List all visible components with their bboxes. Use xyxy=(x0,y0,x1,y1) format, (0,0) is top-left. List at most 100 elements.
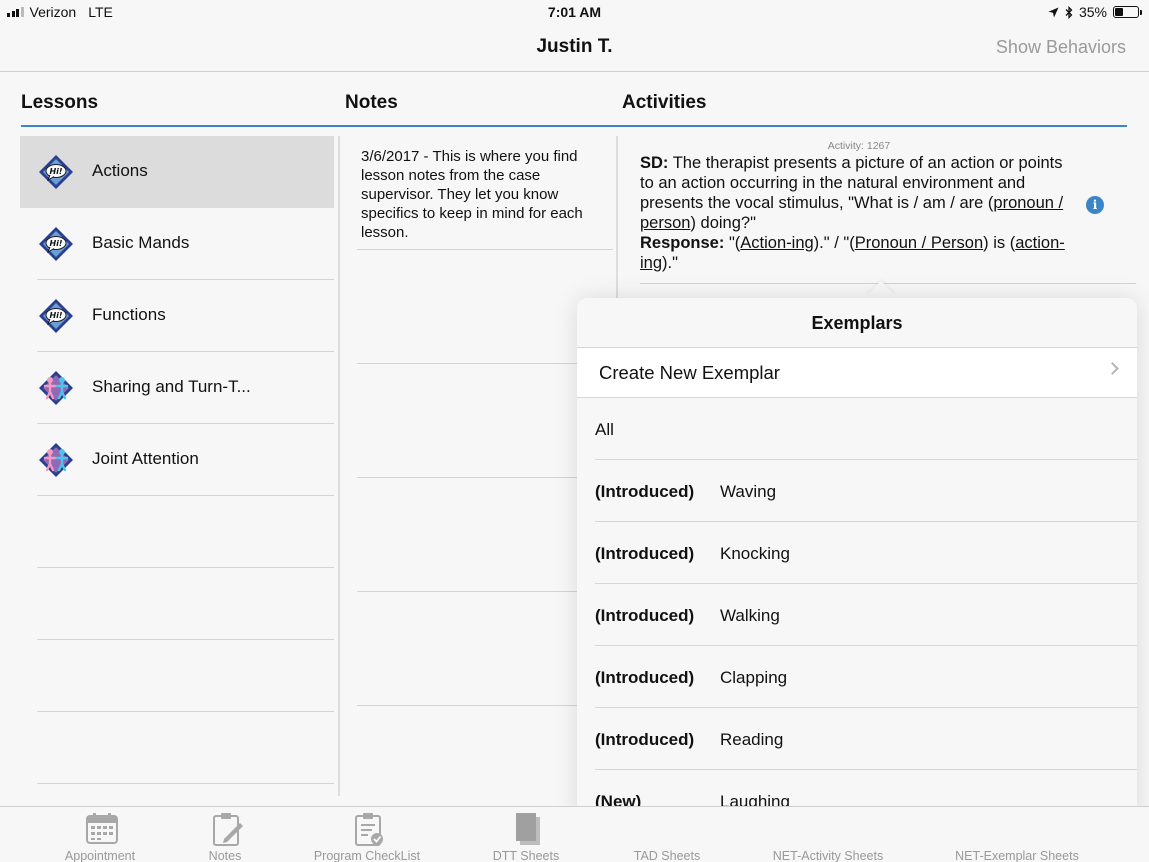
chevron-right-icon xyxy=(1106,362,1119,375)
people-icon xyxy=(38,442,74,478)
svg-text:Hi!: Hi! xyxy=(49,239,62,248)
empty-row xyxy=(20,640,334,712)
svg-text:Hi!: Hi! xyxy=(49,311,62,320)
empty-note-row xyxy=(357,250,613,364)
svg-text:Hi!: Hi! xyxy=(49,167,62,176)
response-text: ) is ( xyxy=(983,234,1016,252)
popover-title: Exemplars xyxy=(577,298,1137,348)
exemplar-item[interactable]: (Introduced) Clapping xyxy=(577,646,1137,708)
lesson-item-joint-attention[interactable]: Joint Attention xyxy=(20,424,334,496)
tab-label: TAD Sheets xyxy=(633,849,701,862)
exemplar-name: Waving xyxy=(720,482,777,501)
sd-text: ) doing?" xyxy=(690,214,756,232)
tab-label: NET-Exemplar Sheets xyxy=(955,849,1079,862)
activity-description: SD: The therapist presents a picture of … xyxy=(640,153,1070,273)
calendar-icon xyxy=(85,811,118,845)
hi-speech-icon: Hi! xyxy=(38,298,74,334)
response-label: Response: xyxy=(640,234,725,252)
lesson-item-sharing-and-turn-taking[interactable]: Sharing and Turn-T... xyxy=(20,352,334,424)
lesson-note: 3/6/2017 - This is where you find lesson… xyxy=(357,136,613,250)
response-text: )." / "( xyxy=(813,234,855,252)
page-title: Justin T. xyxy=(536,36,613,57)
create-new-exemplar-button[interactable]: Create New Exemplar xyxy=(577,348,1137,398)
battery-percent: 35% xyxy=(1078,4,1107,20)
exemplar-filter-all[interactable]: All xyxy=(577,398,1137,460)
all-label: All xyxy=(595,420,614,439)
exemplar-item[interactable]: (Introduced) Waving xyxy=(577,460,1137,522)
header-divider xyxy=(21,125,1127,127)
exemplar-item[interactable]: (Introduced) Reading xyxy=(577,708,1137,770)
lesson-label: Sharing and Turn-T... xyxy=(92,377,251,396)
hi-speech-icon: Hi! xyxy=(38,154,74,190)
exemplar-name: Clapping xyxy=(720,668,788,687)
sd-label: SD: xyxy=(640,154,669,172)
response-text: "( xyxy=(724,234,741,252)
exemplar-status: (Introduced) xyxy=(595,668,695,687)
lesson-label: Joint Attention xyxy=(92,449,199,468)
hi-speech-icon: Hi! xyxy=(38,226,74,262)
notes-list: 3/6/2017 - This is where you find lesson… xyxy=(357,136,613,706)
column-divider xyxy=(338,136,340,796)
response-placeholder: Action-ing xyxy=(740,234,814,252)
activity-id: Activity: 1267 xyxy=(827,140,891,152)
clock: 7:01 AM xyxy=(547,4,602,20)
exemplar-name: Walking xyxy=(720,606,780,625)
tab-label: Notes xyxy=(208,849,242,862)
checklist-icon xyxy=(352,811,383,846)
status-right: 35% xyxy=(1048,4,1142,20)
notes-header: Notes xyxy=(345,92,398,113)
empty-row xyxy=(20,496,334,568)
exemplar-name: Reading xyxy=(720,730,784,749)
battery-icon xyxy=(1113,6,1142,18)
exemplar-name: Knocking xyxy=(720,544,790,563)
empty-note-row xyxy=(357,592,613,706)
tab-label: NET-Activity Sheets xyxy=(772,849,884,862)
empty-note-row xyxy=(357,478,613,592)
location-arrow-icon xyxy=(1048,7,1059,17)
tab-tad-sheets[interactable]: TAD Sheets xyxy=(587,807,747,862)
tab-net-exemplar-sheets[interactable]: NET-Exemplar Sheets xyxy=(927,807,1107,862)
status-bar: Verizon LTE 7:01 AM 35% xyxy=(0,0,1149,24)
lessons-list: Hi! Actions Hi! Basic Mands Hi! Function… xyxy=(20,136,334,784)
lesson-item-functions[interactable]: Hi! Functions xyxy=(20,280,334,352)
response-text: )." xyxy=(662,254,678,272)
lesson-label: Functions xyxy=(92,305,166,324)
response-placeholder: Pronoun / Person xyxy=(854,234,984,252)
people-icon xyxy=(38,370,74,406)
tab-net-activity-sheets[interactable]: NET-Activity Sheets xyxy=(738,807,918,862)
show-behaviors-button[interactable]: Show Behaviors xyxy=(996,37,1126,58)
info-icon[interactable]: i xyxy=(1086,196,1104,214)
lesson-item-actions[interactable]: Hi! Actions xyxy=(20,136,334,208)
lesson-label: Basic Mands xyxy=(92,233,190,252)
lessons-header: Lessons xyxy=(21,92,99,113)
tab-label: Program CheckList xyxy=(313,849,421,862)
empty-note-row xyxy=(357,364,613,478)
activity-card[interactable]: Activity: 1267 SD: The therapist present… xyxy=(640,140,1140,273)
bluetooth-icon xyxy=(1065,5,1073,19)
lesson-item-basic-mands[interactable]: Hi! Basic Mands xyxy=(20,208,334,280)
battery-fill xyxy=(1115,8,1123,16)
activity-divider xyxy=(640,283,1136,284)
sheets-icon xyxy=(652,811,682,845)
exemplar-status: (Introduced) xyxy=(595,482,695,501)
exemplars-popover: Exemplars Create New Exemplar All (Intro… xyxy=(577,298,1137,850)
tab-notes[interactable]: Notes xyxy=(145,807,305,862)
empty-row xyxy=(20,568,334,640)
activities-header: Activities xyxy=(622,92,707,113)
exemplar-item[interactable]: (Introduced) Walking xyxy=(577,584,1137,646)
create-exemplar-label: Create New Exemplar xyxy=(599,362,780,383)
sheets-icon xyxy=(511,811,541,845)
sheets-icon xyxy=(1002,811,1032,845)
empty-row xyxy=(20,712,334,784)
lesson-label: Actions xyxy=(92,161,148,180)
exemplar-status: (Introduced) xyxy=(595,606,695,625)
tab-label: DTT Sheets xyxy=(492,849,560,862)
tab-bar: Appointment Notes Program CheckList DTT … xyxy=(0,806,1149,862)
navigation-bar: Justin T. Show Behaviors xyxy=(0,24,1149,72)
tab-dtt-sheets[interactable]: DTT Sheets xyxy=(446,807,606,862)
exemplar-status: (Introduced) xyxy=(595,544,695,563)
tab-program-checklist[interactable]: Program CheckList xyxy=(287,807,447,862)
sheets-icon xyxy=(813,811,843,845)
exemplar-item[interactable]: (Introduced) Knocking xyxy=(577,522,1137,584)
notepad-icon xyxy=(210,811,243,846)
